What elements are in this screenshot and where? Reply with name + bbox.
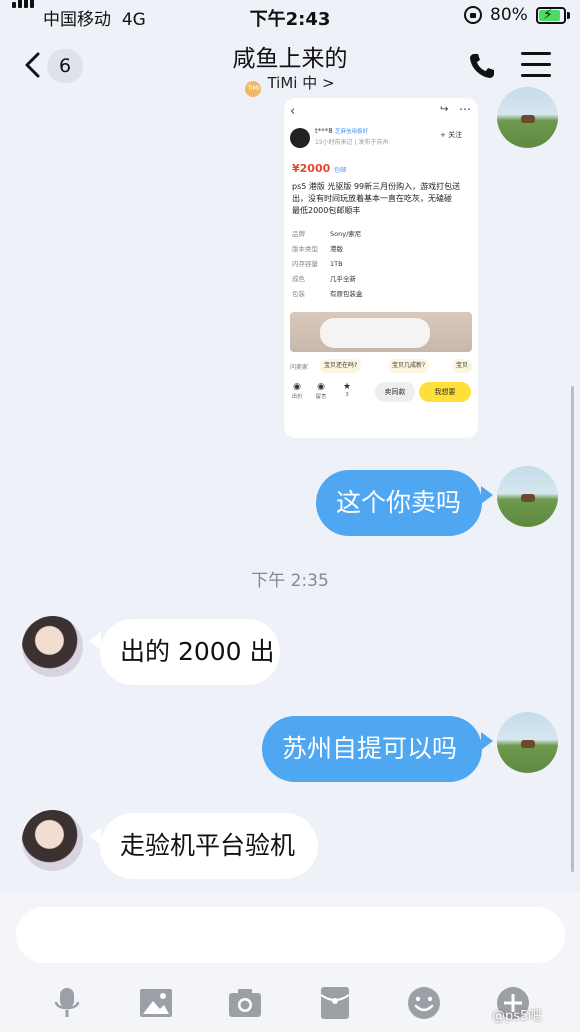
peer-avatar[interactable] bbox=[22, 810, 83, 871]
spec-row: 包装 有原包装盒 bbox=[292, 287, 470, 302]
listing-back-icon: ‹ bbox=[290, 104, 296, 119]
battery-percent: 80% bbox=[490, 5, 528, 25]
spec-value: 几乎全新 bbox=[330, 275, 356, 283]
timi-logo: TiMi bbox=[245, 81, 262, 97]
my-avatar[interactable] bbox=[497, 466, 558, 527]
emoji-icon[interactable] bbox=[406, 985, 442, 1021]
red-packet-icon[interactable] bbox=[317, 985, 353, 1021]
spec-row: 品牌 Sony/索尼 bbox=[292, 227, 470, 242]
listing-description: ps5 港版 光驱版 99新三月份购入，游戏打包送出，没有时间玩放着基本一直在吃… bbox=[292, 182, 461, 215]
spec-row: 内存容量 1TB bbox=[292, 257, 470, 272]
spec-value: 港版 bbox=[330, 245, 343, 253]
seller-avatar bbox=[290, 128, 310, 148]
message-bubble-incoming[interactable]: 走验机平台验机 bbox=[100, 813, 318, 879]
listing-bottom-icon: ◉ 出价 bbox=[291, 382, 303, 400]
camera-icon[interactable] bbox=[227, 985, 263, 1021]
seller-name: t***8 芝麻信用极好 bbox=[315, 127, 368, 135]
quick-label: 问卖家 bbox=[290, 364, 309, 371]
want-button: 我想要 bbox=[419, 382, 471, 402]
quick-question-chip: 宝贝 bbox=[452, 359, 473, 373]
listing-seller: t***8 芝麻信用极好 15小时前来过 | 发布于苏州 + 关注 bbox=[284, 124, 478, 158]
spec-key: 版本类型 bbox=[292, 245, 318, 253]
shared-listing-image[interactable]: ‹ ↪ ⋯ t***8 芝麻信用极好 15小时前来过 | 发布于苏州 + 关注 … bbox=[284, 98, 478, 438]
spec-value: 1TB bbox=[330, 260, 343, 268]
message-bubble-incoming[interactable]: 出的 2000 出 bbox=[100, 619, 280, 685]
spec-value: 有原包装盒 bbox=[330, 290, 363, 298]
listing-nav: ‹ ↪ ⋯ bbox=[284, 98, 478, 124]
battery-tip bbox=[567, 12, 570, 19]
spec-key: 包装 bbox=[292, 290, 305, 298]
spec-key: 品牌 bbox=[292, 230, 305, 238]
listing-share-icon: ↪ bbox=[440, 104, 449, 115]
follow-button: + 关注 bbox=[440, 131, 463, 139]
quick-question-chip: 宝贝还在吗? bbox=[320, 359, 362, 373]
my-avatar[interactable] bbox=[497, 87, 558, 148]
listing-price: ¥2000 包邮 bbox=[292, 162, 347, 175]
message-input[interactable] bbox=[16, 907, 565, 963]
spec-key: 成色 bbox=[292, 275, 305, 283]
spec-value: Sony/索尼 bbox=[330, 230, 362, 238]
quick-questions: 问卖家 宝贝还在吗? 宝贝几成新? 宝贝 bbox=[284, 356, 478, 378]
quick-question-chip: 宝贝几成新? bbox=[388, 359, 430, 373]
spec-row: 成色 几乎全新 bbox=[292, 272, 470, 287]
menu-icon[interactable] bbox=[521, 52, 551, 78]
message-bubble-outgoing[interactable]: 苏州自提可以吗 bbox=[262, 716, 482, 782]
product-photo bbox=[290, 312, 472, 352]
rotation-lock-icon bbox=[464, 6, 482, 24]
microphone-icon[interactable] bbox=[49, 985, 85, 1021]
seller-meta: 15小时前来过 | 发布于苏州 bbox=[315, 139, 389, 146]
image-icon[interactable] bbox=[138, 985, 174, 1021]
message-timestamp: 下午 2:35 bbox=[251, 571, 329, 591]
spec-key: 内存容量 bbox=[292, 260, 318, 268]
listing-bottom-bar: 卖同款 我想要 ◉ 出价 ◉ 留言 ★ 3 bbox=[284, 378, 478, 410]
peer-avatar[interactable] bbox=[22, 616, 83, 677]
listing-more-icon: ⋯ bbox=[459, 102, 471, 116]
listing-bottom-icon: ◉ 留言 bbox=[315, 382, 327, 400]
listing-bottom-icon: ★ 3 bbox=[342, 382, 352, 398]
subtitle-text: TiMi 中 > bbox=[267, 74, 335, 92]
charging-icon: ⚡ bbox=[543, 7, 553, 23]
chat-header: 6 咸鱼上来的 TiMi TiMi 中 > bbox=[0, 32, 580, 98]
phone-icon[interactable] bbox=[468, 52, 496, 80]
chat-scrollbar[interactable] bbox=[571, 386, 574, 872]
watermark: @ps5吧 bbox=[492, 1009, 542, 1024]
sell-same-button: 卖同款 bbox=[375, 382, 415, 402]
status-bar: 中国移动 4G 下午2:43 80% ⚡ bbox=[0, 0, 580, 32]
message-bubble-outgoing[interactable]: 这个你卖吗 bbox=[316, 470, 482, 536]
listing-specs: 品牌 Sony/索尼版本类型 港版内存容量 1TB 成色 几乎全新包装 有原包装盒 bbox=[292, 227, 470, 302]
spec-row: 版本类型 港版 bbox=[292, 242, 470, 257]
my-avatar[interactable] bbox=[497, 712, 558, 773]
